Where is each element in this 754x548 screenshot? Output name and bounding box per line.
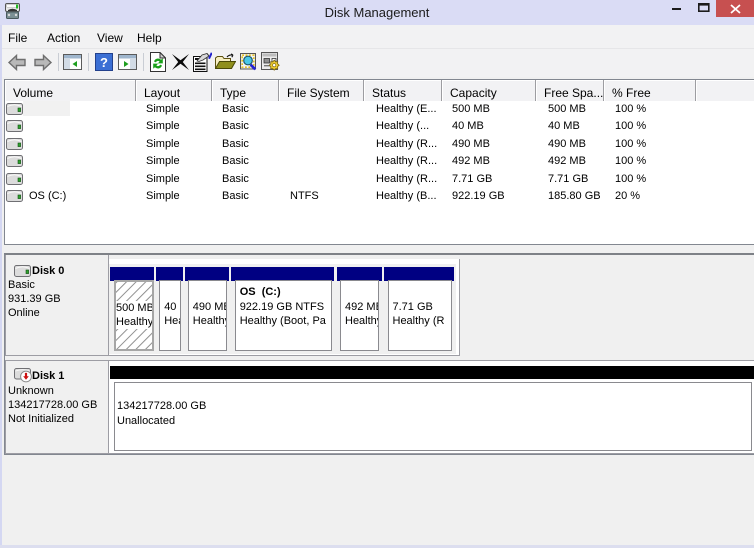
- svg-text:?: ?: [100, 55, 108, 70]
